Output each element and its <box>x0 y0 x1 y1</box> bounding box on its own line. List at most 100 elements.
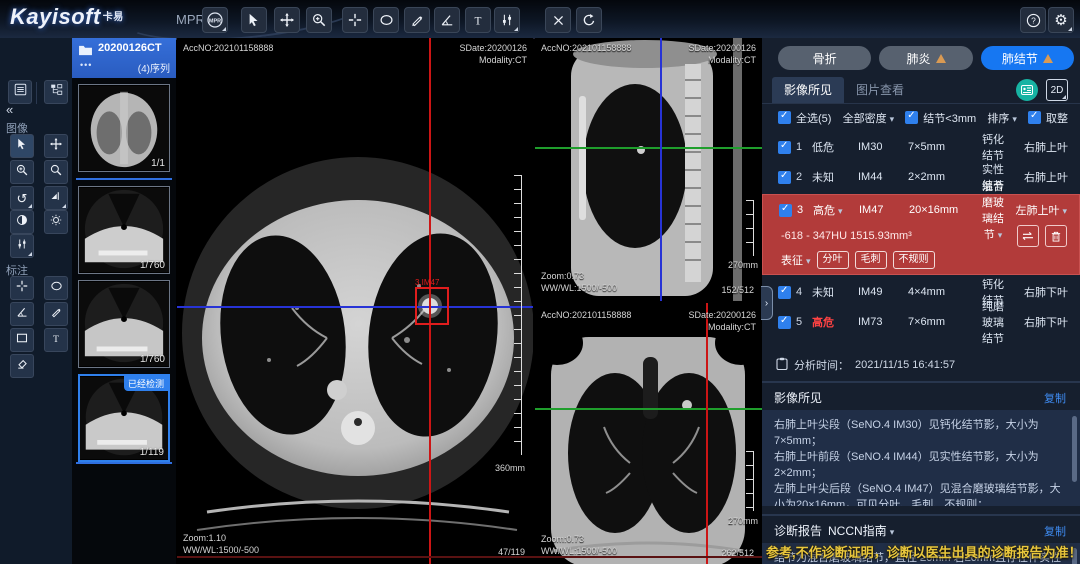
followup-compare-button[interactable] <box>1017 225 1039 247</box>
nodule-im: IM47 <box>859 204 909 216</box>
rail-rotate-image-button[interactable]: ↺ <box>10 186 34 210</box>
feature-tag[interactable]: 不规则 <box>893 251 935 269</box>
panel-collapse-handle[interactable]: › <box>761 286 773 320</box>
nodule-location: 右肺下叶 <box>1006 314 1068 330</box>
coronal-crosshair-horizontal[interactable] <box>535 408 762 410</box>
features-dropdown[interactable]: 表征 <box>781 252 811 268</box>
pan-tool-button[interactable] <box>274 7 300 33</box>
rail-ellipse-button[interactable] <box>44 276 68 300</box>
collapse-rail-button[interactable]: « <box>6 102 13 117</box>
copy-findings-button[interactable]: 复制 <box>1044 390 1066 406</box>
feature-tag[interactable]: 毛刺 <box>855 251 887 269</box>
coronal-crosshair-vertical[interactable] <box>706 303 708 564</box>
select-all-checkbox[interactable]: 全选(5) <box>778 110 831 126</box>
thumbnail-scout[interactable]: 1/1 <box>78 84 170 172</box>
report-card-button[interactable] <box>1016 79 1038 101</box>
axial-viewport[interactable]: 3,IM47 AccNO:202101158888 SDate:20200126… <box>177 38 533 564</box>
crosshair-tool-button[interactable] <box>342 7 368 33</box>
axial-crosshair-horizontal[interactable] <box>177 306 533 308</box>
sagittal-crosshair-horizontal[interactable] <box>535 147 762 149</box>
nodule-filters: 全选(5) 全部密度 结节<3mm 排序 取整 <box>762 104 1080 132</box>
angle-tool-button[interactable] <box>434 7 460 33</box>
rail-angle-button[interactable] <box>10 302 34 326</box>
tab-fracture[interactable]: 骨折 <box>778 46 871 70</box>
nodule-location: 右肺上叶 <box>1006 139 1068 155</box>
guideline-dropdown[interactable]: NCCN指南 <box>828 522 894 539</box>
findings-text[interactable]: 右肺上叶尖段（SeNO.4 IM30）见钙化结节影，大小为7×5mm； 右肺上叶… <box>762 410 1080 506</box>
series-separator <box>76 462 172 464</box>
row-checkbox[interactable] <box>778 316 791 329</box>
nodule-row-5[interactable]: 5 高危 IM73 7×6mm 纯磨玻璃结节 右肺下叶 <box>762 307 1080 337</box>
zoom-in-tool-button[interactable] <box>306 7 332 33</box>
sagittal-crosshair-vertical[interactable] <box>660 38 662 301</box>
rail-text-button[interactable]: T <box>44 328 68 352</box>
subtab-findings[interactable]: 影像所见 <box>772 77 844 103</box>
rail-contrast-button[interactable] <box>10 210 34 234</box>
nodule-location-dropdown[interactable]: 左肺上叶 <box>1005 202 1067 218</box>
density-dropdown[interactable]: 全部密度 <box>843 110 895 126</box>
feature-tag[interactable]: 分叶 <box>817 251 849 269</box>
angle-icon <box>440 13 454 27</box>
row-checkbox[interactable] <box>778 141 791 154</box>
cursor-tool-button[interactable] <box>241 7 267 33</box>
rail-rectangle-button[interactable] <box>10 328 34 352</box>
nodule-row-1[interactable]: 1 低危 IM30 7×5mm 钙化结节 右肺上叶 <box>762 132 1080 162</box>
study-more-button[interactable]: ••• <box>80 60 92 70</box>
help-button[interactable]: ? <box>1020 7 1046 33</box>
rail-zoom-in-button[interactable] <box>10 160 34 184</box>
round-checkbox[interactable]: 取整 <box>1028 110 1068 126</box>
nodule-list: 1 低危 IM30 7×5mm 钙化结节 右肺上叶 2 未知 IM44 2×2m… <box>762 132 1080 337</box>
ellipse-tool-button[interactable] <box>373 7 399 33</box>
tab-pneumonia[interactable]: 肺炎 <box>879 46 972 70</box>
rail-pencil-button[interactable] <box>44 302 68 326</box>
row-checkbox[interactable] <box>778 286 791 299</box>
series-list-button[interactable] <box>8 80 32 104</box>
rail-magnifier-button[interactable] <box>44 160 68 184</box>
text-tool-button[interactable]: T <box>465 7 491 33</box>
coronal-viewport[interactable]: AccNO:202101158888 SDate:20200126 Modali… <box>535 303 762 564</box>
rail-crosshair-button[interactable] <box>10 276 34 300</box>
zoom-in-icon <box>16 163 28 181</box>
nodule-im: IM30 <box>858 141 908 153</box>
nodule-risk-dropdown[interactable]: 高危 <box>813 202 859 218</box>
rail-brightness-button[interactable] <box>44 210 68 234</box>
nodule-row-4[interactable]: 4 未知 IM49 4×4mm 钙化结节 右肺下叶 <box>762 277 1080 307</box>
small-nodule-checkbox[interactable]: 结节<3mm <box>905 110 976 126</box>
nodule-row-3-selected[interactable]: 3 高危 IM47 20×16mm 混合磨玻璃结节 左肺上叶 -618 - 34… <box>762 194 1080 275</box>
window-level-tool-button[interactable] <box>494 7 520 33</box>
delete-nodule-button[interactable] <box>1045 225 1067 247</box>
mpr-preset-button[interactable]: MPR <box>202 7 228 33</box>
findings-scrollbar[interactable] <box>1072 416 1077 482</box>
sort-dropdown[interactable]: 排序 <box>987 110 1017 126</box>
angle-icon <box>16 305 28 323</box>
rail-flip-button[interactable] <box>44 186 68 210</box>
close-tool-button[interactable] <box>545 7 571 33</box>
nodule-row-2[interactable]: 2 未知 IM44 2×2mm 实性结节 右肺上叶 <box>762 162 1080 192</box>
nodule-roi-box[interactable]: 3,IM47 <box>415 287 449 325</box>
pencil-tool-button[interactable] <box>404 7 430 33</box>
settings-button[interactable]: ⚙ <box>1048 7 1074 33</box>
row-checkbox[interactable] <box>778 171 791 184</box>
sagittal-viewport[interactable]: AccNO:202101158888 SDate:20200126 Modali… <box>535 38 762 301</box>
coronal-scale-label: 270mm <box>728 515 758 527</box>
series-tree-button[interactable] <box>44 80 68 104</box>
tab-lung-nodule[interactable]: 肺结节 <box>981 46 1074 70</box>
pan-icon <box>50 137 62 155</box>
row-checkbox[interactable] <box>779 204 792 217</box>
crosshair-icon <box>348 13 362 27</box>
rail-window-level-button[interactable] <box>10 234 34 258</box>
study-header[interactable]: 20200126CT ••• (4)序列 <box>72 38 176 78</box>
thumbnail-series-2[interactable]: 1/760 <box>78 186 170 274</box>
rail-pan-button[interactable] <box>44 134 68 158</box>
copy-report-button[interactable]: 复制 <box>1044 523 1066 539</box>
series-separator <box>76 178 172 180</box>
nodule-type-dropdown[interactable]: 混合磨玻璃结节 <box>981 178 1005 242</box>
subtab-image-view[interactable]: 图片查看 <box>844 77 916 103</box>
rail-eraser-button[interactable] <box>10 354 34 378</box>
thumbnail-series-4-selected[interactable]: 已经检测 1/119 <box>78 374 170 462</box>
2d-mode-button[interactable]: 2D <box>1046 79 1068 101</box>
rail-cursor-button[interactable] <box>10 134 34 158</box>
thumb-index: 1/1 <box>151 158 165 169</box>
reset-rotate-button[interactable] <box>576 7 602 33</box>
thumbnail-series-3[interactable]: 1/760 <box>78 280 170 368</box>
